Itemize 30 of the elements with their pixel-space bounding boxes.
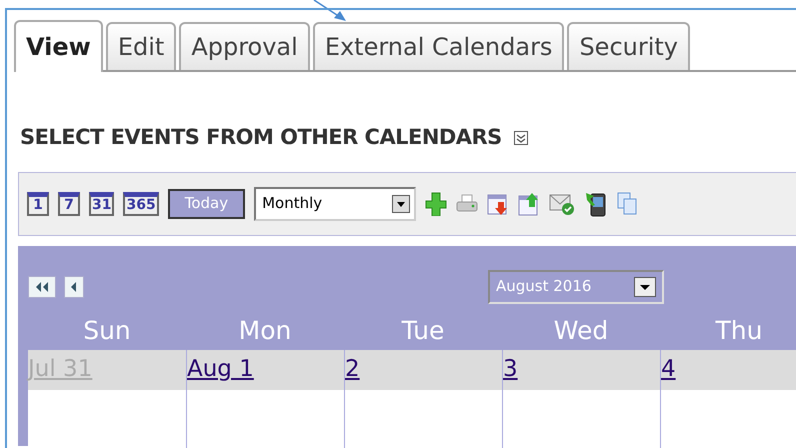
phone-sync-icon[interactable] — [584, 190, 608, 216]
weekday-header: Mon — [238, 316, 292, 345]
section-heading: SELECT EVENTS FROM OTHER CALENDARS — [20, 124, 502, 151]
print-icon[interactable] — [456, 194, 478, 214]
calendar-view-button[interactable]: 365 — [123, 192, 159, 216]
previous-month-button[interactable] — [64, 276, 84, 298]
tab[interactable]: Approval — [179, 22, 310, 70]
tab[interactable]: Edit — [106, 22, 176, 70]
calendar-view-button[interactable]: 1 — [27, 192, 49, 216]
weekday-header: Wed — [554, 316, 608, 345]
weekday-header: Tue — [402, 316, 444, 345]
calendar-import-icon[interactable] — [487, 192, 510, 216]
calendar-view-button[interactable]: 7 — [58, 192, 80, 216]
date-link[interactable]: 2 — [345, 352, 360, 387]
collapse-icon[interactable] — [514, 130, 528, 145]
date-link[interactable]: 3 — [503, 352, 518, 387]
copy-icon[interactable] — [617, 192, 640, 216]
previous-year-button[interactable] — [28, 276, 56, 298]
envelope-check-icon[interactable] — [549, 192, 576, 216]
view-select[interactable]: Monthly — [254, 186, 416, 220]
tab[interactable]: View — [14, 20, 103, 72]
pointer-arrow — [312, 0, 348, 22]
calendar-export-icon[interactable] — [518, 192, 540, 216]
calendar-view-button[interactable]: 31 — [89, 192, 114, 216]
weekday-header: Sun — [83, 316, 131, 345]
plus-icon[interactable] — [425, 192, 448, 216]
weekday-header: Thu — [716, 316, 762, 345]
date-link[interactable]: 4 — [661, 352, 676, 387]
tab[interactable]: External Calendars — [312, 22, 564, 70]
tab[interactable]: Security — [567, 22, 690, 70]
